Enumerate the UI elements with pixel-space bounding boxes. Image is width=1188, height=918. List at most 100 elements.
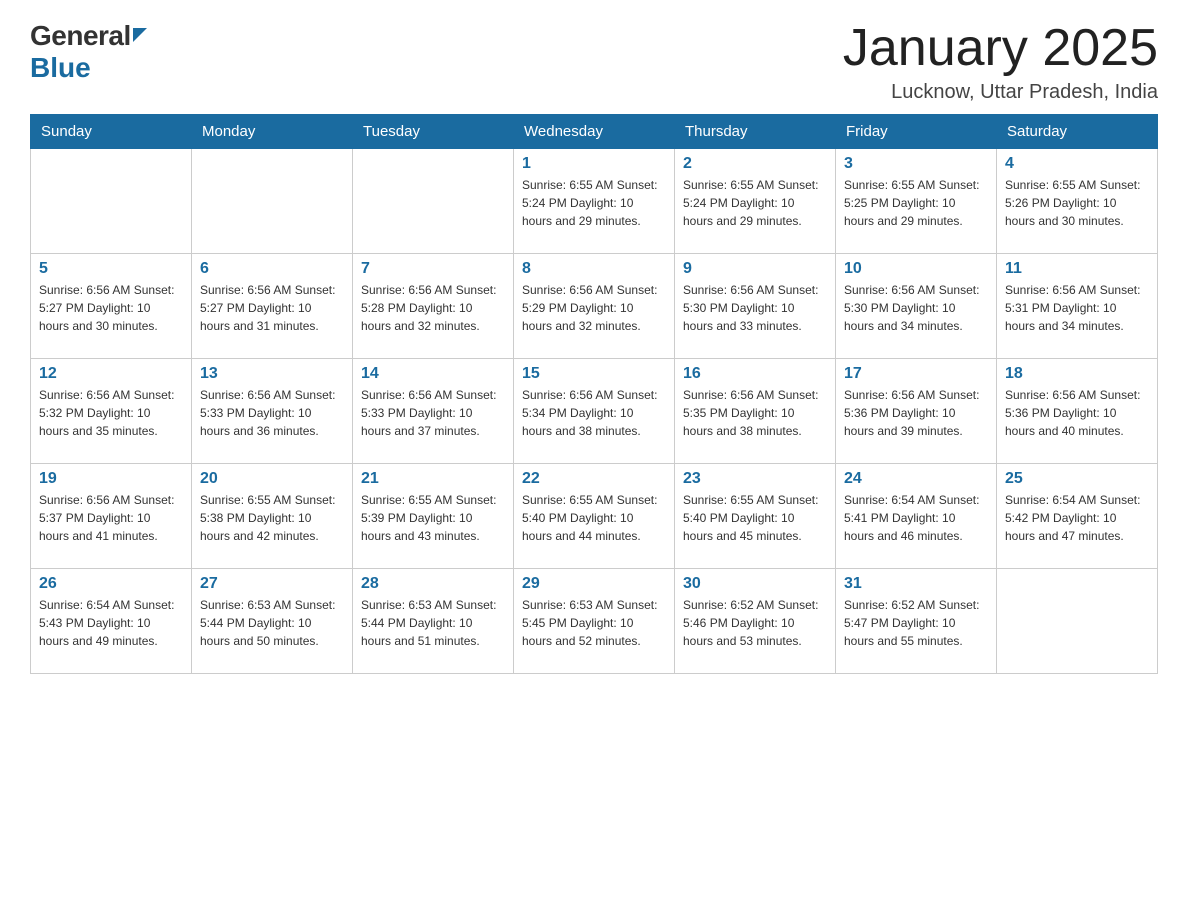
week-row-5: 26 Sunrise: 6:54 AM Sunset: 5:43 PM Dayli… — [31, 569, 1158, 674]
day-number: 22 — [522, 470, 666, 488]
day-info: Sunrise: 6:55 AM Sunset: 5:40 PM Dayligh… — [683, 491, 827, 545]
header-cell-thursday: Thursday — [675, 115, 836, 149]
week-row-1: 1 Sunrise: 6:55 AM Sunset: 5:24 PM Daylig… — [31, 149, 1158, 254]
day-number: 14 — [361, 365, 505, 383]
page-header: General Blue January 2025 Lucknow, Uttar… — [30, 20, 1158, 104]
day-number: 26 — [39, 575, 183, 593]
logo-blue-text: Blue — [30, 52, 91, 83]
day-info: Sunrise: 6:56 AM Sunset: 5:32 PM Dayligh… — [39, 386, 183, 440]
week-row-3: 12Sunrise: 6:56 AM Sunset: 5:32 PM Dayli… — [31, 359, 1158, 464]
day-number: 8 — [522, 260, 666, 278]
day-info: Sunrise: 6:56 AM Sunset: 5:36 PM Dayligh… — [844, 386, 988, 440]
calendar-cell: 29 Sunrise: 6:53 AM Sunset: 5:45 PM Dayli… — [514, 569, 675, 674]
day-number: 30 — [683, 575, 827, 593]
calendar-cell: 10Sunrise: 6:56 AM Sunset: 5:30 PM Dayli… — [836, 254, 997, 359]
day-info: Sunrise: 6:52 AM Sunset: 5:47 PM Dayligh… — [844, 596, 988, 650]
day-number: 13 — [200, 365, 344, 383]
calendar-cell: 2 Sunrise: 6:55 AM Sunset: 5:24 PM Daylig… — [675, 149, 836, 254]
calendar-cell — [997, 569, 1158, 674]
header-cell-friday: Friday — [836, 115, 997, 149]
day-info: Sunrise: 6:52 AM Sunset: 5:46 PM Dayligh… — [683, 596, 827, 650]
day-info: Sunrise: 6:54 AM Sunset: 5:43 PM Dayligh… — [39, 596, 183, 650]
calendar-cell: 13Sunrise: 6:56 AM Sunset: 5:33 PM Dayli… — [192, 359, 353, 464]
calendar-cell: 23 Sunrise: 6:55 AM Sunset: 5:40 PM Dayli… — [675, 464, 836, 569]
calendar-cell: 16 Sunrise: 6:56 AM Sunset: 5:35 PM Dayli… — [675, 359, 836, 464]
calendar-title: January 2025 — [843, 20, 1158, 77]
day-info: Sunrise: 6:55 AM Sunset: 5:26 PM Dayligh… — [1005, 176, 1149, 230]
day-number: 15 — [522, 365, 666, 383]
day-number: 31 — [844, 575, 988, 593]
logo-general-text: General — [30, 20, 131, 52]
day-info: Sunrise: 6:53 AM Sunset: 5:44 PM Dayligh… — [361, 596, 505, 650]
calendar-subtitle: Lucknow, Uttar Pradesh, India — [843, 81, 1158, 104]
day-info: Sunrise: 6:56 AM Sunset: 5:34 PM Dayligh… — [522, 386, 666, 440]
day-number: 27 — [200, 575, 344, 593]
calendar-cell: 30 Sunrise: 6:52 AM Sunset: 5:46 PM Dayli… — [675, 569, 836, 674]
day-number: 16 — [683, 365, 827, 383]
day-info: Sunrise: 6:55 AM Sunset: 5:25 PM Dayligh… — [844, 176, 988, 230]
calendar-cell: 25 Sunrise: 6:54 AM Sunset: 5:42 PM Dayli… — [997, 464, 1158, 569]
day-info: Sunrise: 6:54 AM Sunset: 5:41 PM Dayligh… — [844, 491, 988, 545]
calendar-cell: 5Sunrise: 6:56 AM Sunset: 5:27 PM Daylig… — [31, 254, 192, 359]
logo: General Blue — [30, 20, 147, 84]
calendar-cell: 7 Sunrise: 6:56 AM Sunset: 5:28 PM Daylig… — [353, 254, 514, 359]
calendar-cell: 12Sunrise: 6:56 AM Sunset: 5:32 PM Dayli… — [31, 359, 192, 464]
calendar-table: SundayMondayTuesdayWednesdayThursdayFrid… — [30, 114, 1158, 674]
header-cell-saturday: Saturday — [997, 115, 1158, 149]
day-info: Sunrise: 6:56 AM Sunset: 5:35 PM Dayligh… — [683, 386, 827, 440]
day-info: Sunrise: 6:55 AM Sunset: 5:38 PM Dayligh… — [200, 491, 344, 545]
day-info: Sunrise: 6:56 AM Sunset: 5:31 PM Dayligh… — [1005, 281, 1149, 335]
day-info: Sunrise: 6:54 AM Sunset: 5:42 PM Dayligh… — [1005, 491, 1149, 545]
day-number: 25 — [1005, 470, 1149, 488]
day-info: Sunrise: 6:56 AM Sunset: 5:30 PM Dayligh… — [683, 281, 827, 335]
day-info: Sunrise: 6:53 AM Sunset: 5:45 PM Dayligh… — [522, 596, 666, 650]
day-info: Sunrise: 6:53 AM Sunset: 5:44 PM Dayligh… — [200, 596, 344, 650]
day-number: 6 — [200, 260, 344, 278]
day-number: 19 — [39, 470, 183, 488]
calendar-cell: 24Sunrise: 6:54 AM Sunset: 5:41 PM Dayli… — [836, 464, 997, 569]
logo-triangle-icon — [133, 28, 147, 47]
calendar-cell: 6 Sunrise: 6:56 AM Sunset: 5:27 PM Daylig… — [192, 254, 353, 359]
calendar-cell: 15 Sunrise: 6:56 AM Sunset: 5:34 PM Dayli… — [514, 359, 675, 464]
day-info: Sunrise: 6:56 AM Sunset: 5:33 PM Dayligh… — [361, 386, 505, 440]
logo-blue-row: Blue — [30, 52, 147, 84]
day-info: Sunrise: 6:55 AM Sunset: 5:40 PM Dayligh… — [522, 491, 666, 545]
calendar-cell: 3Sunrise: 6:55 AM Sunset: 5:25 PM Daylig… — [836, 149, 997, 254]
day-info: Sunrise: 6:55 AM Sunset: 5:24 PM Dayligh… — [683, 176, 827, 230]
calendar-cell: 27 Sunrise: 6:53 AM Sunset: 5:44 PM Dayli… — [192, 569, 353, 674]
day-number: 10 — [844, 260, 988, 278]
day-info: Sunrise: 6:56 AM Sunset: 5:28 PM Dayligh… — [361, 281, 505, 335]
day-number: 11 — [1005, 260, 1149, 278]
day-number: 2 — [683, 155, 827, 173]
calendar-cell: 4Sunrise: 6:55 AM Sunset: 5:26 PM Daylig… — [997, 149, 1158, 254]
calendar-cell: 21 Sunrise: 6:55 AM Sunset: 5:39 PM Dayli… — [353, 464, 514, 569]
calendar-cell: 22 Sunrise: 6:55 AM Sunset: 5:40 PM Dayli… — [514, 464, 675, 569]
calendar-cell: 14 Sunrise: 6:56 AM Sunset: 5:33 PM Dayli… — [353, 359, 514, 464]
header-cell-monday: Monday — [192, 115, 353, 149]
calendar-cell: 8 Sunrise: 6:56 AM Sunset: 5:29 PM Daylig… — [514, 254, 675, 359]
day-number: 7 — [361, 260, 505, 278]
week-row-2: 5 Sunrise: 6:56 AM Sunset: 5:27 PM Daylig… — [31, 254, 1158, 359]
day-info: Sunrise: 6:55 AM Sunset: 5:24 PM Dayligh… — [522, 176, 666, 230]
day-info: Sunrise: 6:56 AM Sunset: 5:29 PM Dayligh… — [522, 281, 666, 335]
day-info: Sunrise: 6:55 AM Sunset: 5:39 PM Dayligh… — [361, 491, 505, 545]
header-row: SundayMondayTuesdayWednesdayThursdayFrid… — [31, 115, 1158, 149]
day-info: Sunrise: 6:56 AM Sunset: 5:27 PM Dayligh… — [200, 281, 344, 335]
logo-row1: General — [30, 20, 147, 52]
calendar-cell: 20Sunrise: 6:55 AM Sunset: 5:38 PM Dayli… — [192, 464, 353, 569]
day-number: 21 — [361, 470, 505, 488]
day-number: 5 — [39, 260, 183, 278]
header-cell-sunday: Sunday — [31, 115, 192, 149]
calendar-cell: 11 Sunrise: 6:56 AM Sunset: 5:31 PM Dayli… — [997, 254, 1158, 359]
calendar-cell: 1 Sunrise: 6:55 AM Sunset: 5:24 PM Daylig… — [514, 149, 675, 254]
day-number: 18 — [1005, 365, 1149, 383]
week-row-4: 19 Sunrise: 6:56 AM Sunset: 5:37 PM Dayli… — [31, 464, 1158, 569]
day-info: Sunrise: 6:56 AM Sunset: 5:37 PM Dayligh… — [39, 491, 183, 545]
day-number: 23 — [683, 470, 827, 488]
calendar-cell: 19 Sunrise: 6:56 AM Sunset: 5:37 PM Dayli… — [31, 464, 192, 569]
day-number: 17 — [844, 365, 988, 383]
day-number: 29 — [522, 575, 666, 593]
calendar-cell: 17 Sunrise: 6:56 AM Sunset: 5:36 PM Dayli… — [836, 359, 997, 464]
calendar-cell: 31 Sunrise: 6:52 AM Sunset: 5:47 PM Dayli… — [836, 569, 997, 674]
day-number: 1 — [522, 155, 666, 173]
